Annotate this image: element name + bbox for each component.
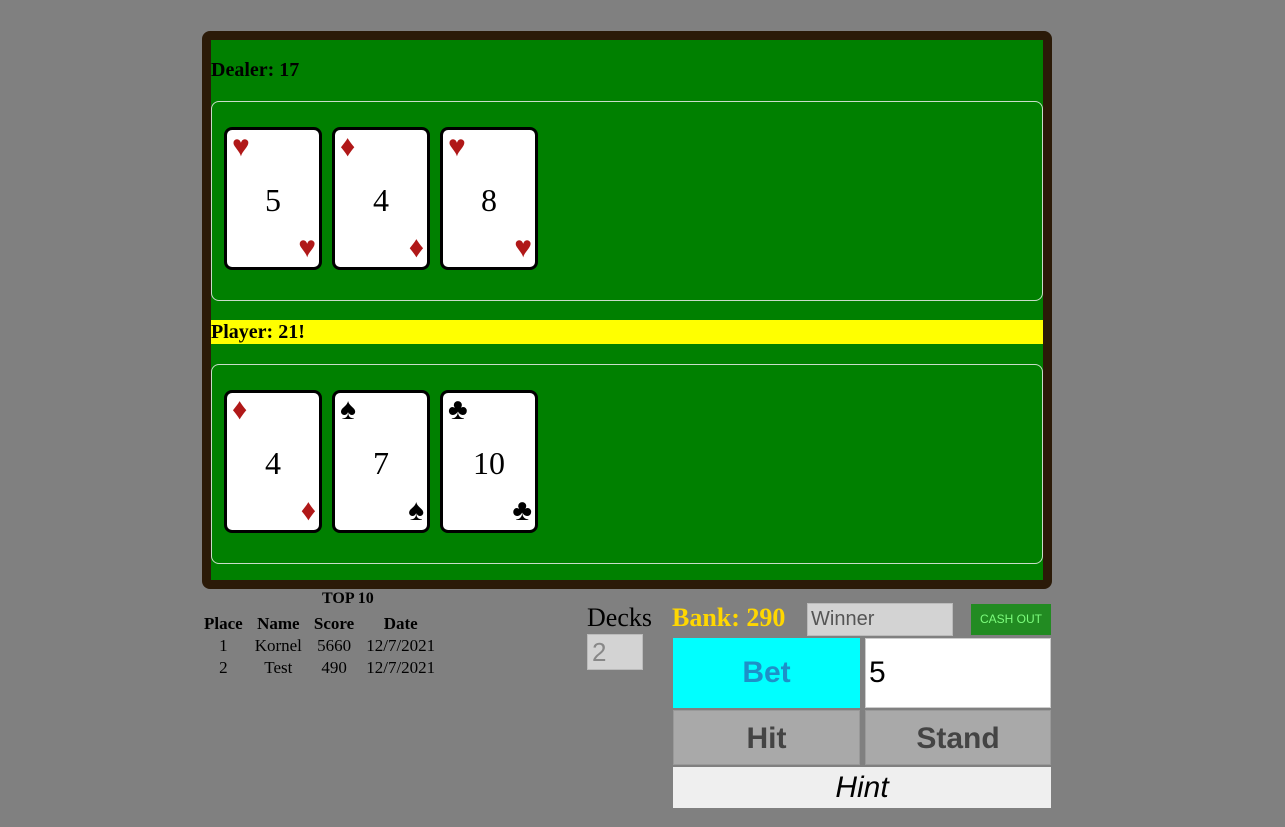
row-place: 2 (219, 658, 228, 677)
card-suit-top: ♠ (340, 393, 356, 426)
blackjack-table: Dealer: 17 ♥ 5 ♥ ♦ 4 ♦ ♥ 8 ♥ Player: 21!… (202, 31, 1052, 589)
cash-out-button[interactable]: CASH OUT (971, 604, 1051, 635)
card-suit-bottom: ♥ (514, 231, 532, 264)
card-rank: 4 (373, 182, 389, 218)
card-suit-bottom: ♠ (408, 494, 424, 527)
card-rank: 8 (481, 182, 497, 218)
row-date: 12/7/2021 (366, 658, 436, 677)
card-suit-top: ♦ (232, 393, 248, 426)
bet-button[interactable]: Bet (673, 638, 860, 708)
hit-button[interactable]: Hit (673, 710, 860, 765)
card-rank: 7 (373, 445, 389, 481)
row-score: 5660 (317, 636, 352, 655)
hint-button[interactable]: Hint (673, 767, 1051, 808)
row-score: 490 (321, 658, 347, 677)
row-date: 12/7/2021 (366, 636, 436, 655)
column-header-name: Name (257, 613, 300, 633)
card-rank: 4 (265, 445, 281, 481)
card-suit-top: ♥ (232, 130, 250, 163)
player-score: Player: 21! (211, 320, 1043, 344)
player-card-2: ♠ 7 ♠ (332, 390, 430, 533)
bet-amount-input[interactable]: 5 (865, 638, 1051, 708)
player-card-1: ♦ 4 ♦ (224, 390, 322, 533)
table-row: 2 Test 490 12/7/2021 (198, 657, 441, 679)
leaderboard-header-row: Place Name Score Date (198, 612, 441, 635)
card-suit-bottom: ♦ (300, 494, 316, 527)
card-suit-bottom: ♦ (408, 231, 424, 264)
card-suit-bottom: ♥ (298, 231, 316, 264)
card-suit-top: ♣ (448, 393, 468, 426)
leaderboard-title: TOP 10 (322, 590, 374, 607)
card-suit-top: ♦ (340, 130, 356, 163)
result-status-field: Winner (807, 603, 953, 636)
dealer-card-2: ♦ 4 ♦ (332, 127, 430, 270)
table-row: 1 Kornel 5660 12/7/2021 (198, 635, 441, 657)
dealer-score: Dealer: 17 (211, 59, 300, 81)
bank-balance: Bank: 290 (672, 603, 786, 632)
leaderboard-table: Place Name Score Date 1 Kornel 5660 12/7… (198, 612, 441, 679)
row-name: Kornel (254, 636, 302, 655)
column-header-date: Date (383, 613, 418, 633)
row-name: Test (264, 658, 293, 677)
player-card-3: ♣ 10 ♣ (440, 390, 538, 533)
column-header-score: Score (313, 613, 355, 633)
dealer-card-3: ♥ 8 ♥ (440, 127, 538, 270)
row-place: 1 (219, 636, 228, 655)
decks-label: Decks (587, 603, 652, 632)
player-hand: ♦ 4 ♦ ♠ 7 ♠ ♣ 10 ♣ (211, 364, 1043, 564)
card-suit-top: ♥ (448, 130, 466, 163)
card-suit-bottom: ♣ (512, 494, 532, 527)
card-rank: 10 (473, 445, 505, 481)
stand-button[interactable]: Stand (865, 710, 1051, 765)
column-header-place: Place (204, 613, 243, 633)
decks-input[interactable]: 2 (587, 634, 643, 670)
dealer-card-1: ♥ 5 ♥ (224, 127, 322, 270)
table-felt: Dealer: 17 ♥ 5 ♥ ♦ 4 ♦ ♥ 8 ♥ Player: 21!… (211, 40, 1043, 580)
dealer-hand: ♥ 5 ♥ ♦ 4 ♦ ♥ 8 ♥ (211, 101, 1043, 301)
card-rank: 5 (265, 182, 281, 218)
